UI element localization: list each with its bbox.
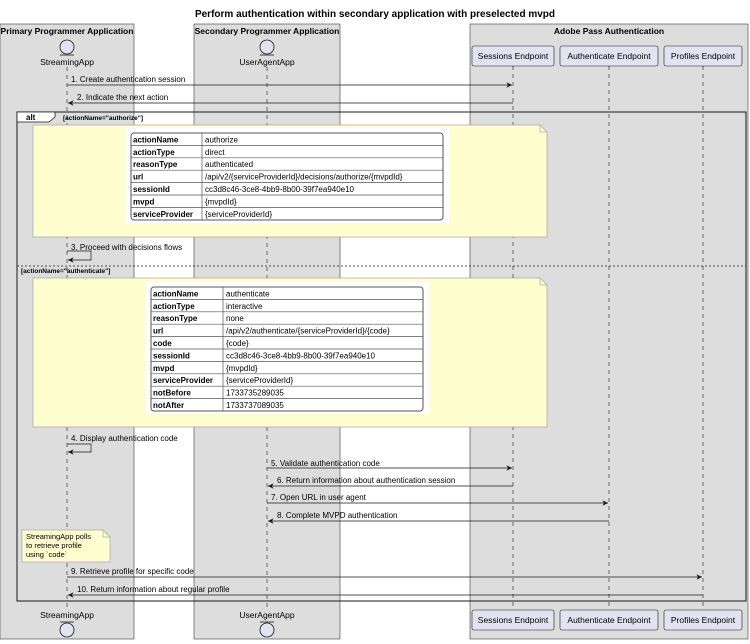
participant-authenticate-endpoint-bottom: Authenticate Endpoint	[559, 609, 659, 631]
message-label: 8. Complete MVPD authentication	[277, 511, 398, 520]
participant-label: Sessions Endpoint	[478, 51, 549, 61]
table-key-cell: url	[133, 173, 143, 182]
participant-label: Authenticate Endpoint	[567, 51, 651, 61]
table-key-cell: notAfter	[153, 401, 184, 410]
message-label: 1. Create authentication session	[71, 75, 185, 84]
table-key-cell: actionName	[153, 289, 199, 298]
table-value-cell: 1733735289035	[226, 389, 284, 398]
message-label: 10. Return information about regular pro…	[77, 585, 230, 594]
box-label: Primary Programmer Application	[1, 26, 134, 36]
table-value-cell: authenticate	[226, 289, 270, 298]
table-key-cell: mvpd	[133, 197, 154, 206]
table-key-cell: url	[153, 327, 163, 336]
participant-sessions-endpoint-top: Sessions Endpoint	[471, 45, 555, 67]
message-label: 9. Retrieve profile for specific code	[71, 567, 194, 576]
table-value-cell: direct	[205, 148, 225, 157]
participant-label: Profiles Endpoint	[671, 615, 736, 625]
note-line: StreamingApp polls	[26, 532, 91, 541]
note-line: using `code`	[26, 550, 67, 559]
table-value-cell: {mvpdId}	[226, 364, 258, 373]
alt-guard-authorize: [actionName="authorize"]	[63, 115, 143, 122]
table-key-cell: reasonType	[133, 160, 178, 169]
message-label: 3. Proceed with decisions flows	[71, 243, 182, 252]
box-label: Secondary Programmer Application	[195, 26, 340, 36]
participant-label: StreamingApp	[40, 57, 94, 67]
table-value-cell: {serviceProviderId}	[226, 376, 293, 385]
table-value-cell: cc3d8c46-3ce8-4bb9-8b00-39f7ea940e10	[226, 351, 376, 360]
table-value-cell: {mvpdId}	[205, 197, 237, 206]
message-label: 5. Validate authentication code	[271, 459, 380, 468]
note-line: to retrieve profile	[26, 541, 82, 550]
entity-icon	[259, 622, 275, 638]
table-value-cell: authenticated	[205, 160, 253, 169]
table-key-cell: mvpd	[153, 364, 174, 373]
table-value-cell: {serviceProviderId}	[205, 210, 272, 219]
alt-guard-authenticate: [actionName="authenticate"]	[21, 268, 110, 275]
box-label: Adobe Pass Authentication	[554, 26, 664, 36]
alt-keyword: alt	[26, 113, 36, 122]
entity-icon	[59, 39, 75, 55]
message-label: 7. Open URL in user agent	[271, 493, 367, 502]
table-value-cell: /api/v2/authenticate/{serviceProviderId}…	[226, 327, 390, 336]
participant-label: Profiles Endpoint	[671, 51, 736, 61]
table-value-cell: 1733737089035	[226, 401, 284, 410]
participant-profiles-endpoint-top: Profiles Endpoint	[663, 45, 743, 67]
table-value-cell: none	[226, 314, 244, 323]
table-key-cell: code	[153, 339, 172, 348]
table-key-cell: notBefore	[153, 389, 191, 398]
sequence-diagram: Perform authentication within secondary …	[0, 9, 749, 640]
participant-label: UserAgentApp	[239, 57, 295, 67]
message-label: 6. Return information about authenticati…	[277, 476, 455, 485]
table-value-cell: {code}	[226, 339, 249, 348]
table-key-cell: sessionId	[133, 185, 170, 194]
entity-icon	[59, 622, 75, 638]
table-key-cell: actionName	[133, 135, 179, 144]
participant-label: UserAgentApp	[239, 610, 295, 620]
table-key-cell: actionType	[133, 148, 175, 157]
table-value-cell: authorize	[205, 135, 238, 144]
table-key-cell: reasonType	[153, 314, 198, 323]
participant-profiles-endpoint-bottom: Profiles Endpoint	[663, 609, 743, 631]
message-label: 2. Indicate the next action	[77, 93, 168, 102]
participant-label: StreamingApp	[40, 610, 94, 620]
table-key-cell: serviceProvider	[153, 376, 213, 385]
participant-authenticate-endpoint-top: Authenticate Endpoint	[559, 45, 659, 67]
note-authenticate: actionName authenticate actionType interact…	[32, 277, 548, 428]
note-authorize: actionName authorize actionType direct reaso…	[32, 124, 548, 238]
table-key-cell: sessionId	[153, 351, 190, 360]
message-label: 4. Display authentication code	[71, 434, 178, 443]
table-value-cell: cc3d8c46-3ce8-4bb9-8b00-39f7ea940e10	[205, 185, 355, 194]
table-value-cell: interactive	[226, 302, 263, 311]
entity-icon	[259, 39, 275, 55]
table-value-cell: /api/v2/{serviceProviderId}/decisions/au…	[205, 173, 403, 182]
note-polling: StreamingApp polls to retrieve profile u…	[21, 529, 111, 563]
participant-label: Authenticate Endpoint	[567, 615, 651, 625]
diagram-title: Perform authentication within secondary …	[195, 9, 555, 20]
table-key-cell: serviceProvider	[133, 210, 193, 219]
participant-sessions-endpoint-bottom: Sessions Endpoint	[471, 609, 555, 631]
table-key-cell: actionType	[153, 302, 195, 311]
participant-label: Sessions Endpoint	[478, 615, 549, 625]
